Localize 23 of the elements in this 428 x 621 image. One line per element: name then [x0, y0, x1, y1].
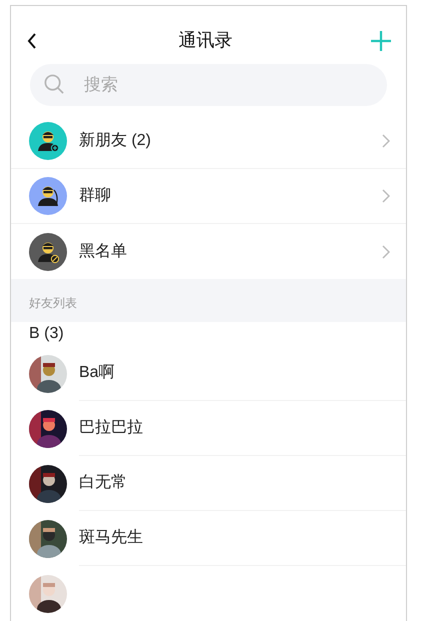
search-field[interactable]: 搜索	[30, 64, 387, 106]
contact-item[interactable]: 白无常	[11, 456, 406, 511]
menu-item[interactable]: 新朋友 (2)	[11, 114, 406, 169]
contact-item[interactable]: 巴拉巴拉	[11, 401, 406, 456]
search-icon	[44, 74, 65, 95]
chevron-icon	[382, 244, 390, 258]
contact-item[interactable]: 斑马先生	[11, 511, 406, 566]
contact-item[interactable]: Ba啊	[11, 346, 406, 401]
add-icon[interactable]	[370, 30, 392, 52]
menu-label: 黑名单	[79, 242, 128, 262]
index-letter: B (3)	[29, 324, 64, 344]
chevron-icon	[382, 189, 390, 203]
section-title: 好友列表	[29, 295, 77, 312]
page-title: 通讯录	[178, 29, 232, 52]
menu-item[interactable]: 群聊	[11, 169, 406, 224]
menu-label: 新朋友 (2)	[79, 130, 152, 151]
contact-name: Ba啊	[79, 363, 115, 383]
chevron-icon	[382, 134, 390, 148]
menu-label: 群聊	[79, 186, 112, 206]
contact-name: 斑马先生	[79, 528, 143, 548]
menu-item[interactable]: 黑名单	[11, 224, 406, 279]
contact-name: 巴拉巴拉	[79, 418, 143, 438]
contact-name: 白无常	[79, 472, 127, 493]
